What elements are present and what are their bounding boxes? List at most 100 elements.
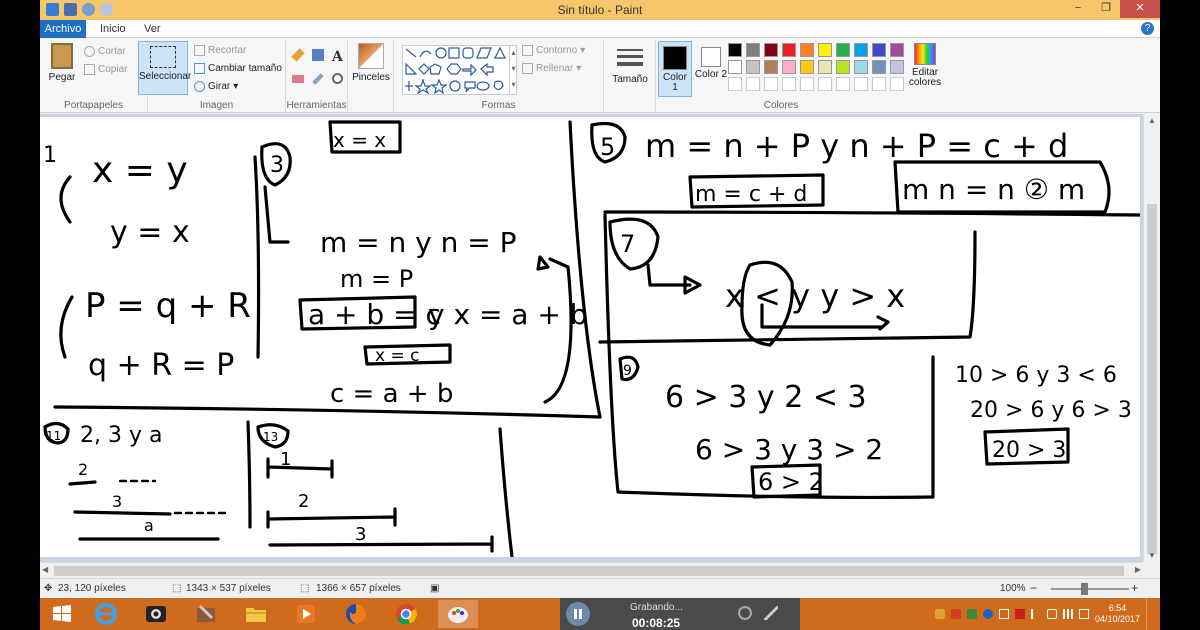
horizontal-scroll-thumb[interactable] [54, 566, 1124, 576]
palette-swatch[interactable] [890, 60, 904, 74]
palette-swatch[interactable] [728, 43, 742, 57]
clock[interactable]: 6:54 04/10/2017 [1095, 603, 1140, 625]
taskbar-tools-app[interactable] [186, 600, 226, 628]
tab-inicio[interactable]: Inicio [92, 20, 134, 38]
palette-swatch[interactable] [746, 60, 760, 74]
rotate-button[interactable]: Girar ▾ [194, 81, 238, 92]
text-tool-icon[interactable]: A [332, 49, 346, 65]
fill-bucket-icon[interactable] [312, 49, 324, 61]
zoom-in-button[interactable]: + [1131, 581, 1138, 595]
fill-button[interactable]: Rellenar ▾ [522, 63, 581, 74]
palette-swatch[interactable] [782, 43, 796, 57]
flag-icon[interactable] [1030, 609, 1041, 619]
shapes-gallery[interactable] [402, 45, 517, 95]
taskbar-media-player[interactable] [286, 600, 326, 628]
tab-archivo[interactable]: Archivo [40, 20, 86, 38]
color1-button[interactable]: Color 1 [658, 41, 692, 97]
palette-swatch[interactable] [818, 77, 832, 91]
palette-swatch[interactable] [890, 77, 904, 91]
taskbar-file-explorer[interactable] [236, 600, 276, 628]
scroll-left-icon[interactable]: ◀ [42, 565, 48, 574]
copy-button[interactable]: Copiar [84, 64, 127, 75]
palette-swatch[interactable] [890, 43, 904, 57]
palette-swatch[interactable] [872, 60, 886, 74]
tray-app-icon[interactable] [934, 609, 945, 619]
edit-colors-button[interactable]: Editar colores [906, 43, 944, 88]
minimize-button[interactable]: − [1064, 0, 1092, 18]
tray-display-icon[interactable] [998, 609, 1009, 619]
start-button[interactable] [42, 600, 82, 628]
palette-swatch[interactable] [854, 60, 868, 74]
taskbar-firefox[interactable] [336, 600, 376, 628]
palette-swatch[interactable] [782, 77, 796, 91]
brushes-button[interactable]: Pinceles [352, 43, 390, 83]
horizontal-scrollbar[interactable]: ◀ ▶ [40, 562, 1143, 578]
group-label-colors: Colores [763, 100, 799, 111]
paint-window: Sin título - Paint − ❐ ✕ Archivo Inicio … [40, 0, 1160, 630]
pen-icon[interactable] [764, 606, 778, 620]
outline-button[interactable]: Contorno ▾ [522, 45, 585, 56]
webcam-icon[interactable] [738, 606, 752, 620]
palette-swatch[interactable] [872, 77, 886, 91]
palette-swatch[interactable] [728, 60, 742, 74]
bluetooth-icon[interactable] [982, 609, 993, 619]
palette-swatch[interactable] [746, 43, 760, 57]
pause-recording-button[interactable] [566, 602, 590, 626]
palette-swatch[interactable] [800, 77, 814, 91]
select-label: Seleccionar [139, 71, 192, 82]
close-button[interactable]: ✕ [1120, 0, 1160, 18]
shapes-scroll[interactable]: ▴ ▾ ▾ [509, 45, 517, 95]
palette-swatch[interactable] [800, 60, 814, 74]
network-icon[interactable] [1062, 609, 1073, 619]
palette-swatch[interactable] [818, 60, 832, 74]
crop-button[interactable]: Recortar [194, 45, 246, 56]
vertical-scroll-thumb[interactable] [1147, 204, 1157, 554]
help-icon[interactable]: ? [1141, 22, 1154, 35]
volume-icon[interactable] [1046, 609, 1057, 619]
power-icon[interactable] [1078, 609, 1089, 619]
vertical-scrollbar[interactable]: ▲ ▼ [1143, 114, 1160, 562]
palette-swatch[interactable] [764, 60, 778, 74]
taskbar-camera-app[interactable] [136, 600, 176, 628]
color2-button[interactable]: Color 2 [694, 41, 728, 97]
tray-antivirus-icon[interactable] [1014, 609, 1025, 619]
tab-ver[interactable]: Ver [136, 20, 169, 38]
magnifier-icon[interactable] [332, 73, 343, 84]
zoom-slider-thumb[interactable] [1081, 583, 1088, 595]
resize-button[interactable]: Cambiar tamaño [194, 63, 282, 74]
cut-button[interactable]: Cortar [84, 46, 126, 57]
drawing-canvas[interactable]: 1 x = y y = x P = q + R q + R = P x = x … [40, 117, 1142, 559]
palette-swatch[interactable] [818, 43, 832, 57]
palette-swatch[interactable] [764, 77, 778, 91]
color-picker-icon[interactable] [312, 73, 324, 85]
tray-office-icon[interactable] [950, 609, 961, 619]
pencil-icon[interactable] [291, 48, 305, 62]
taskbar-paint[interactable] [438, 600, 478, 628]
palette-swatch[interactable] [746, 77, 760, 91]
eraser-icon[interactable] [292, 75, 304, 83]
palette-swatch[interactable] [836, 43, 850, 57]
palette-swatch[interactable] [836, 60, 850, 74]
scroll-right-icon[interactable]: ▶ [1135, 565, 1141, 574]
palette-swatch[interactable] [854, 43, 868, 57]
paste-button[interactable]: Pegar [46, 43, 78, 83]
scroll-down-icon[interactable]: ▼ [1148, 551, 1156, 560]
palette-swatch[interactable] [764, 43, 778, 57]
palette-swatch[interactable] [782, 60, 796, 74]
select-button[interactable]: Seleccionar [138, 41, 192, 95]
palette-swatch[interactable] [836, 77, 850, 91]
maximize-button[interactable]: ❐ [1092, 0, 1120, 18]
tray-shield-icon[interactable] [966, 609, 977, 619]
scroll-up-icon[interactable]: ▲ [1148, 116, 1156, 125]
zoom-out-button[interactable]: − [1030, 581, 1037, 595]
palette-swatch[interactable] [728, 77, 742, 91]
palette-swatch[interactable] [800, 43, 814, 57]
palette-swatch[interactable] [872, 43, 886, 57]
taskbar-chrome[interactable] [386, 600, 426, 628]
show-desktop-button[interactable] [1146, 598, 1152, 630]
size-button[interactable]: Tamaño [612, 45, 648, 85]
palette-swatch[interactable] [854, 77, 868, 91]
zoom-slider[interactable] [1051, 588, 1129, 590]
group-size: Tamaño [604, 39, 656, 113]
taskbar-internet-explorer[interactable] [86, 600, 126, 628]
